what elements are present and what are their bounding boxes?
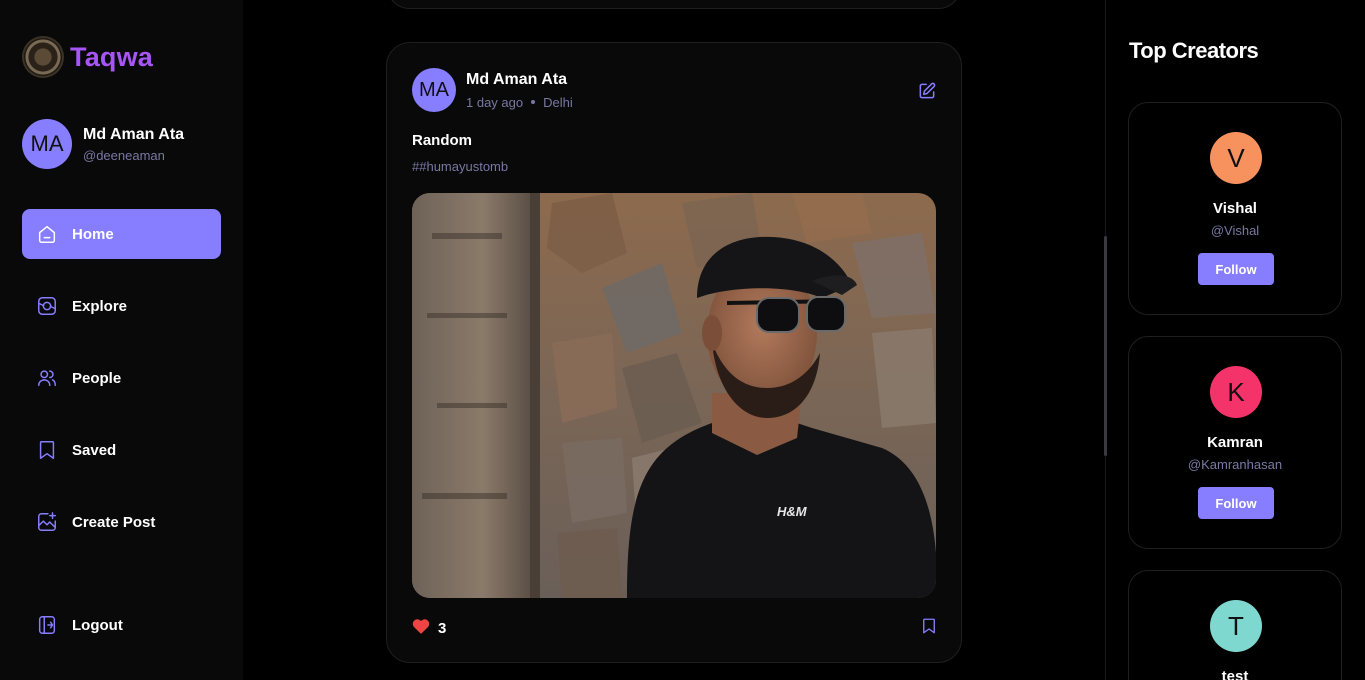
post-hashtags[interactable]: ##humayustomb (412, 159, 508, 174)
follow-button[interactable]: Follow (1198, 487, 1274, 519)
nav-item-home[interactable]: Home (22, 209, 221, 259)
creator-card[interactable]: T test (1128, 570, 1342, 680)
profile-name: Md Aman Ata (83, 125, 185, 143)
top-creators-title: Top Creators (1129, 38, 1259, 63)
nav-label-create-post: Create Post (72, 513, 156, 531)
save-post-button[interactable] (920, 617, 938, 640)
logout-label: Logout (72, 616, 123, 634)
separator-dot (531, 100, 536, 104)
nav-item-saved[interactable]: Saved (22, 425, 221, 475)
logout-button[interactable]: Logout (22, 600, 221, 650)
post-footer: 3 (412, 617, 938, 640)
explore-icon (35, 294, 59, 318)
post-card: MA Md Aman Ata 1 day ago Delhi Random ##… (386, 42, 962, 663)
user-profile[interactable]: MA Md Aman Ata @deeneaman (22, 119, 184, 169)
avatar: MA (22, 119, 72, 169)
bookmark-icon (35, 438, 59, 462)
mosque-emblem-icon (22, 36, 64, 78)
post-author-avatar[interactable]: MA (412, 68, 456, 112)
brand-name: Taqwa (70, 41, 154, 72)
creator-name: Vishal (1213, 200, 1257, 217)
post-time: 1 day ago (466, 94, 524, 110)
logout-icon (35, 613, 59, 637)
creator-card[interactable]: K Kamran @Kamranhasan Follow (1128, 336, 1342, 549)
heart-icon (412, 618, 430, 639)
scrollbar[interactable] (1104, 236, 1107, 456)
brand[interactable]: Taqwa (22, 36, 153, 78)
people-icon (35, 366, 59, 390)
post-author-name[interactable]: Md Aman Ata (466, 71, 573, 89)
creator-card[interactable]: V Vishal @Vishal Follow (1128, 102, 1342, 315)
avatar: K (1210, 366, 1262, 418)
creator-handle: @Kamranhasan (1187, 457, 1283, 472)
nav-label-people: People (72, 369, 122, 387)
main-nav: Home Explore People Saved Create Post (22, 209, 221, 569)
nav-item-people[interactable]: People (22, 353, 221, 403)
post-header: MA Md Aman Ata 1 day ago Delhi (412, 68, 573, 112)
logout-area: Logout (22, 600, 221, 672)
avatar: V (1210, 132, 1262, 184)
edit-icon (917, 82, 937, 105)
shirt-logo: H&M (777, 504, 808, 519)
post-photo: H&M (412, 193, 936, 598)
creator-name: test (1221, 668, 1249, 680)
like-count: 3 (438, 620, 447, 637)
post-caption: Random (412, 132, 472, 149)
like-button[interactable]: 3 (412, 618, 446, 639)
previous-post-card (386, 0, 962, 9)
post-location: Delhi (543, 94, 573, 110)
nav-label-home: Home (72, 225, 114, 243)
nav-item-create-post[interactable]: Create Post (22, 497, 221, 547)
creator-name: Kamran (1207, 434, 1263, 451)
nav-item-explore[interactable]: Explore (22, 281, 221, 331)
profile-handle: @deeneaman (83, 147, 165, 163)
nav-label-explore: Explore (72, 297, 128, 315)
post-image[interactable]: H&M (412, 193, 936, 598)
left-sidebar: Taqwa MA Md Aman Ata @deeneaman Home Exp… (0, 0, 243, 680)
home-icon (35, 222, 59, 246)
nav-label-saved: Saved (72, 441, 117, 459)
edit-post-button[interactable] (917, 81, 937, 101)
avatar: T (1210, 600, 1262, 652)
bookmark-icon (920, 618, 938, 639)
add-image-icon (35, 510, 59, 534)
creator-handle: @Vishal (1210, 223, 1260, 238)
follow-button[interactable]: Follow (1198, 253, 1274, 285)
